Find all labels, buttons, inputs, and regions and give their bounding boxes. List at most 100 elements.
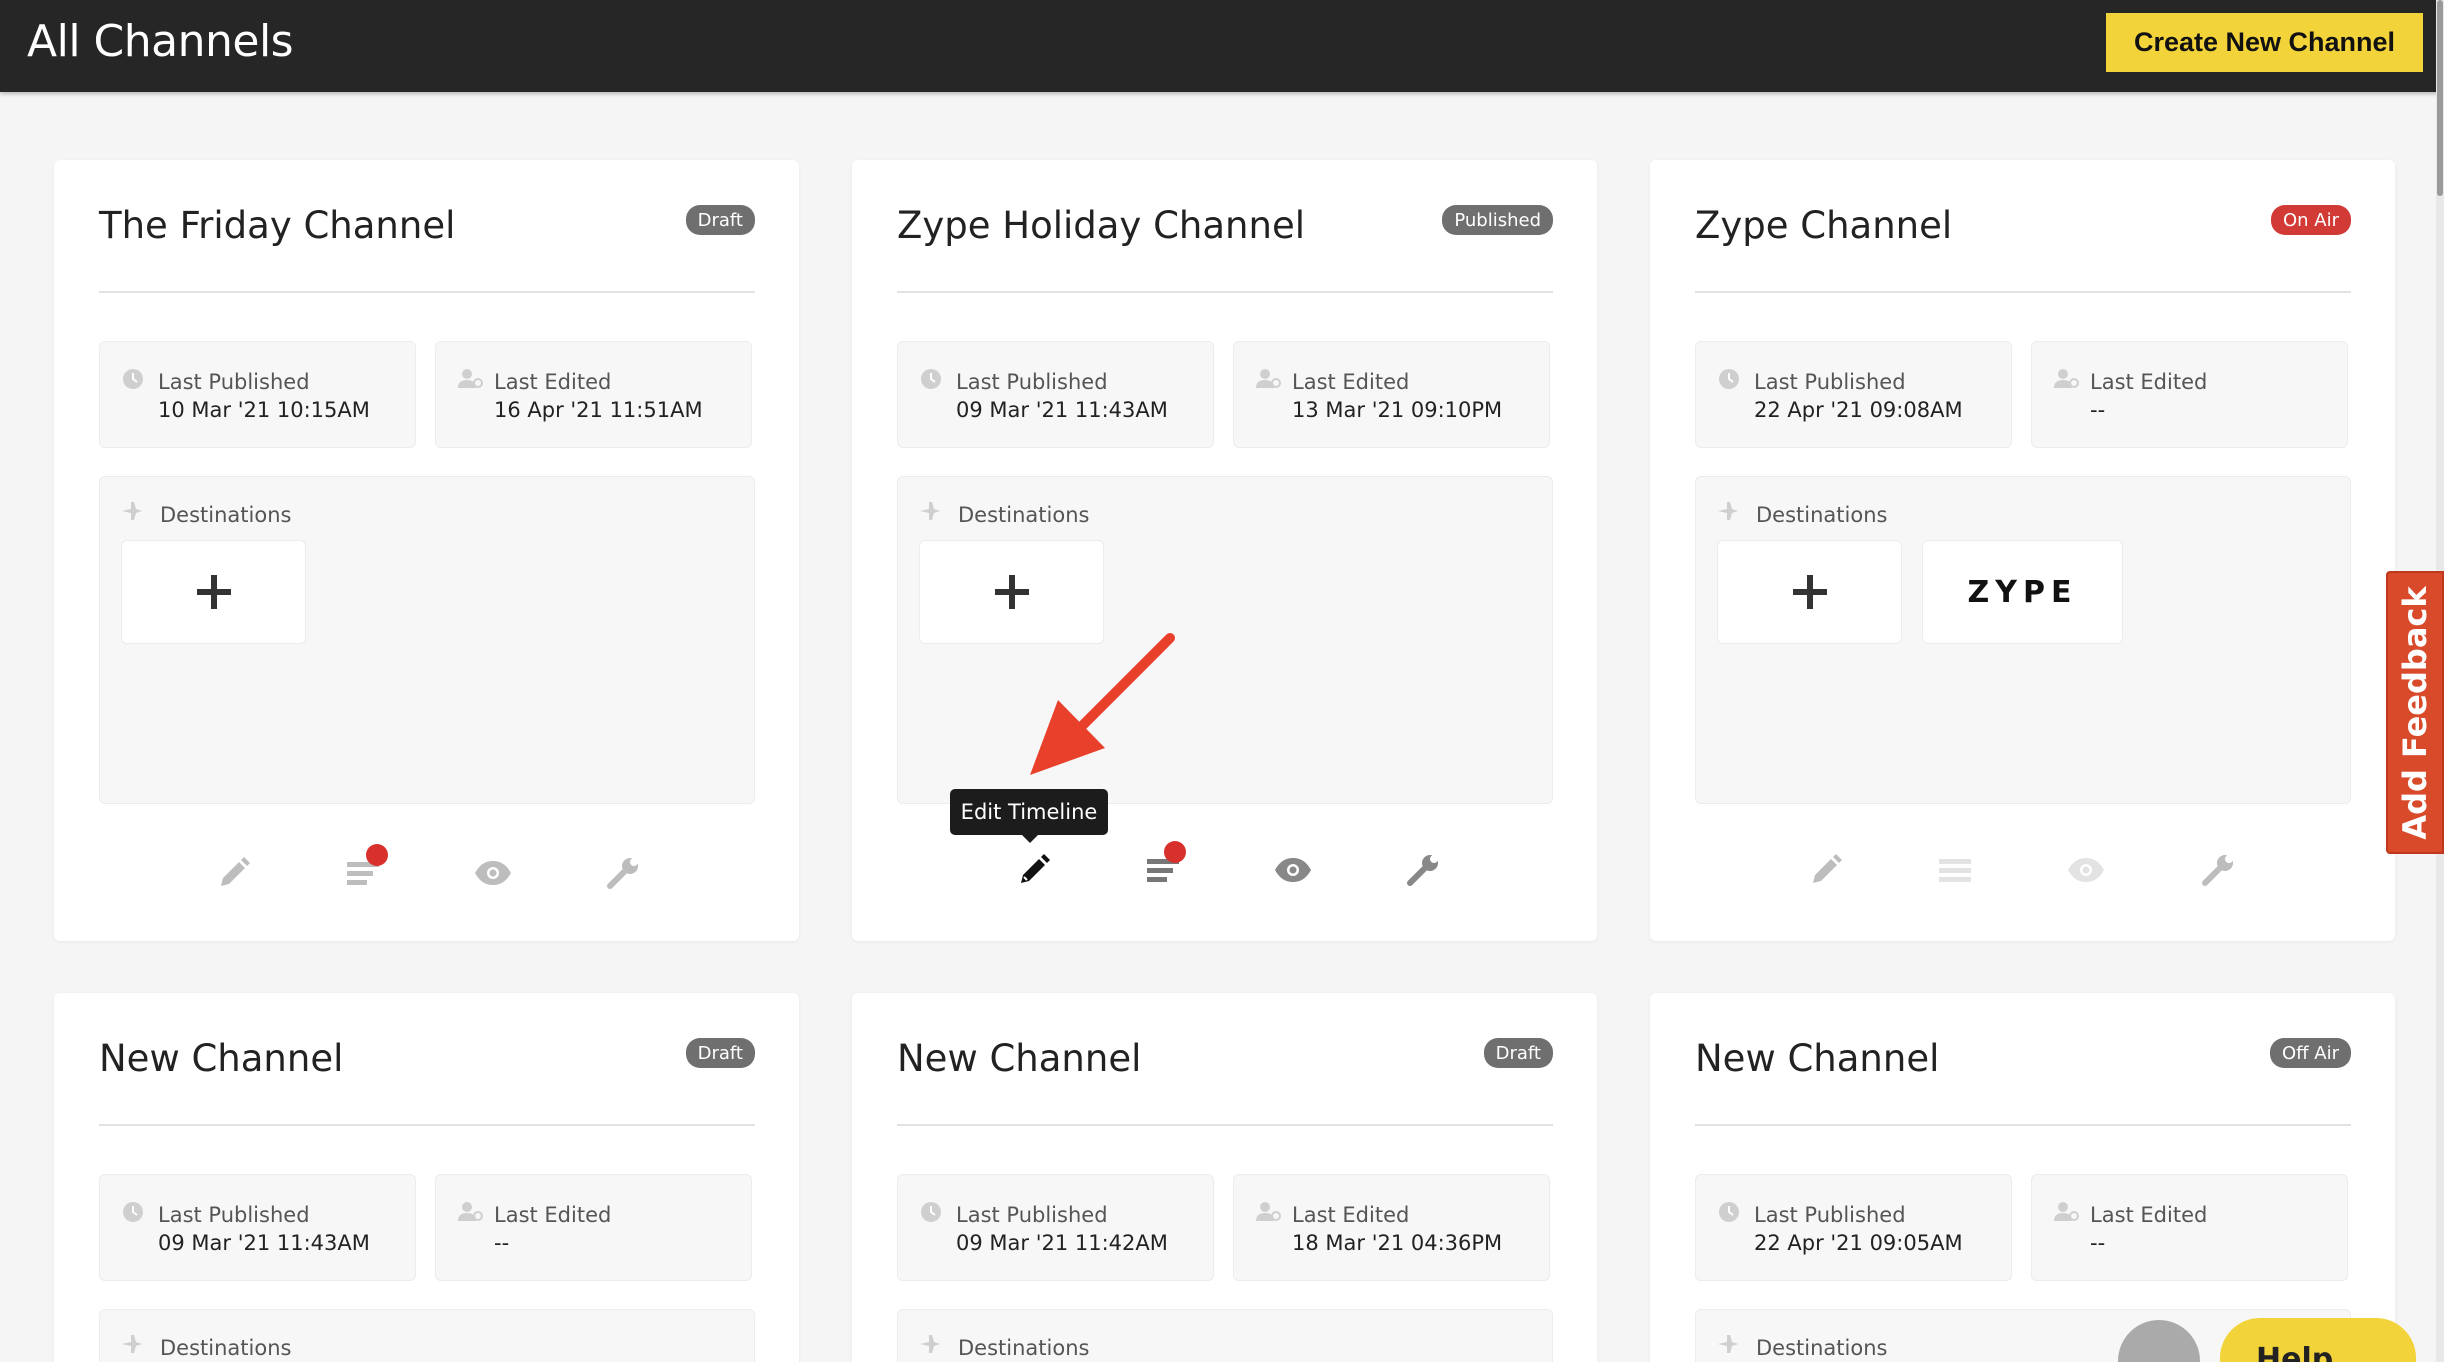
top-bar: All Channels Create New Channel <box>0 0 2444 92</box>
edit-timeline-button[interactable] <box>212 851 256 895</box>
create-new-channel-button[interactable]: Create New Channel <box>2106 13 2423 72</box>
status-badge: Published <box>1442 205 1553 235</box>
channel-card[interactable]: New Channel Off Air Last Published 22 Ap… <box>1650 993 2395 1362</box>
user-icon <box>458 369 483 388</box>
last-edited-label: Last Edited <box>1292 370 1410 394</box>
notification-dot <box>366 844 388 866</box>
divider <box>1695 1124 2351 1126</box>
last-published-box: Last Published 10 Mar '21 10:15AM <box>99 341 416 448</box>
last-edited-value: 13 Mar '21 09:10PM <box>1292 398 1503 422</box>
divider <box>897 1124 1553 1126</box>
last-published-value: 22 Apr '21 09:05AM <box>1754 1231 1963 1255</box>
channel-title: Zype Holiday Channel <box>897 204 1305 247</box>
last-edited-box: Last Edited 13 Mar '21 09:10PM <box>1233 341 1550 448</box>
last-published-box: Last Published 22 Apr '21 09:08AM <box>1695 341 2012 448</box>
user-icon <box>1256 1202 1281 1221</box>
last-published-value: 09 Mar '21 11:43AM <box>956 398 1168 422</box>
scrollbar-thumb[interactable] <box>2437 0 2443 196</box>
add-destination-button[interactable] <box>121 540 306 644</box>
clock-icon <box>123 369 143 389</box>
destinations-box: Destinations <box>897 476 1553 804</box>
destination-zype-logo[interactable]: ZYPE <box>1922 540 2123 644</box>
annotation-arrow-icon <box>1030 633 1175 775</box>
last-edited-label: Last Edited <box>494 370 612 394</box>
last-published-value: 22 Apr '21 09:08AM <box>1754 398 1963 422</box>
pencil-icon <box>1813 854 1842 883</box>
last-edited-value: 16 Apr '21 11:51AM <box>494 398 703 422</box>
notification-dot <box>1164 841 1186 863</box>
page-title: All Channels <box>27 16 294 67</box>
plane-icon <box>920 1335 940 1353</box>
help-button[interactable]: Help <box>2220 1318 2416 1362</box>
wrench-icon <box>2202 855 2233 886</box>
settings-button[interactable] <box>2196 848 2240 892</box>
plus-icon <box>1792 575 1827 609</box>
channel-card[interactable]: New Channel Draft Last Published 09 Mar … <box>54 993 799 1362</box>
settings-button[interactable] <box>1401 848 1445 892</box>
destinations-box: Destinations ZYPE <box>1695 476 2351 804</box>
plane-icon <box>920 502 940 520</box>
edit-timeline-button[interactable] <box>1804 848 1848 892</box>
pencil-icon <box>221 857 250 886</box>
clock-icon <box>921 369 941 389</box>
status-badge: On Air <box>2270 205 2351 235</box>
preview-button[interactable] <box>1271 848 1315 892</box>
destinations-box: Destinations <box>99 476 755 804</box>
eye-icon <box>2068 858 2104 882</box>
last-edited-value: -- <box>2090 1231 2106 1255</box>
destinations-label: Destinations <box>958 1336 1090 1360</box>
user-icon <box>2054 1202 2079 1221</box>
last-edited-value: -- <box>2090 398 2106 422</box>
clock-icon <box>1719 1202 1739 1222</box>
timeline-list-icon <box>1939 859 1971 882</box>
last-edited-box: Last Edited -- <box>2031 1174 2348 1281</box>
status-badge: Draft <box>1483 1038 1553 1068</box>
plus-icon <box>196 575 231 609</box>
settings-button[interactable] <box>601 851 645 895</box>
timeline-list-button[interactable] <box>1933 848 1977 892</box>
last-edited-box: Last Edited 16 Apr '21 11:51AM <box>435 341 752 448</box>
last-edited-box: Last Edited -- <box>435 1174 752 1281</box>
divider <box>99 1124 755 1126</box>
plane-icon <box>1718 1335 1738 1353</box>
last-edited-value: 18 Mar '21 04:36PM <box>1292 1231 1503 1255</box>
last-published-box: Last Published 09 Mar '21 11:43AM <box>99 1174 416 1281</box>
add-destination-button[interactable] <box>919 540 1104 644</box>
last-published-value: 09 Mar '21 11:42AM <box>956 1231 1168 1255</box>
pencil-icon <box>1021 854 1050 883</box>
destinations-label: Destinations <box>1756 1336 1888 1360</box>
help-label: Help <box>2256 1342 2334 1362</box>
user-icon <box>2054 369 2079 388</box>
user-icon <box>1256 369 1281 388</box>
preview-button[interactable] <box>2064 848 2108 892</box>
eye-icon <box>475 861 511 885</box>
last-edited-label: Last Edited <box>494 1203 612 1227</box>
last-published-label: Last Published <box>956 370 1108 394</box>
preview-button[interactable] <box>471 851 515 895</box>
channel-card[interactable]: New Channel Draft Last Published 09 Mar … <box>852 993 1597 1362</box>
destinations-label: Destinations <box>1756 503 1888 527</box>
plane-icon <box>122 502 142 520</box>
last-published-value: 10 Mar '21 10:15AM <box>158 398 370 422</box>
destinations-box: Destinations <box>897 1309 1553 1362</box>
channel-card[interactable]: Zype Channel On Air Last Published 22 Ap… <box>1650 160 2395 941</box>
add-feedback-tab[interactable]: Add Feedback <box>2386 571 2444 854</box>
channel-card[interactable]: The Friday Channel Draft Last Published … <box>54 160 799 941</box>
edit-timeline-button[interactable] <box>1012 848 1056 892</box>
last-published-label: Last Published <box>1754 1203 1906 1227</box>
last-published-label: Last Published <box>158 1203 310 1227</box>
destinations-label: Destinations <box>958 503 1090 527</box>
channel-title: New Channel <box>1695 1037 1940 1080</box>
plane-icon <box>1718 502 1738 520</box>
last-edited-box: Last Edited -- <box>2031 341 2348 448</box>
last-published-box: Last Published 09 Mar '21 11:42AM <box>897 1174 1214 1281</box>
clock-icon <box>1719 369 1739 389</box>
last-published-label: Last Published <box>158 370 310 394</box>
plane-icon <box>122 1335 142 1353</box>
wrench-icon <box>1407 855 1438 886</box>
add-destination-button[interactable] <box>1717 540 1902 644</box>
channel-title: New Channel <box>99 1037 344 1080</box>
wrench-icon <box>607 858 638 889</box>
last-published-value: 09 Mar '21 11:43AM <box>158 1231 370 1255</box>
user-icon <box>458 1202 483 1221</box>
